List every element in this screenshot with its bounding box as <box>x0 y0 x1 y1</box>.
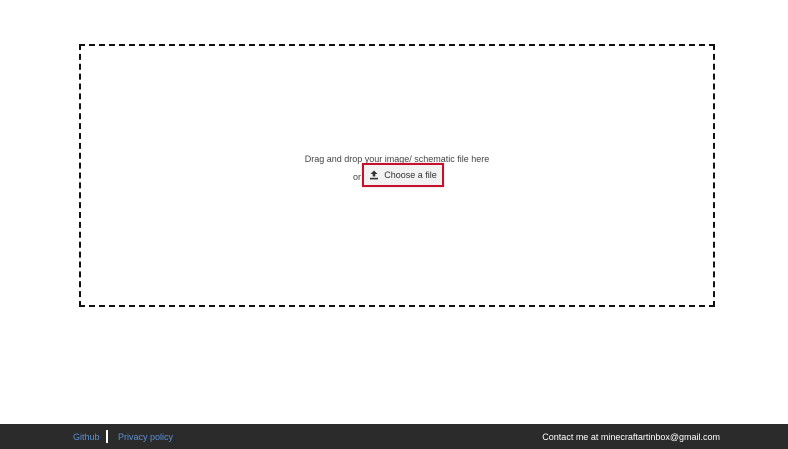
github-link[interactable]: Github <box>73 432 100 442</box>
choose-file-label: Choose a file <box>384 170 437 180</box>
or-label: or <box>353 172 362 182</box>
privacy-policy-link[interactable]: Privacy policy <box>118 432 173 442</box>
contact-text: Contact me at minecraftartinbox@gmail.co… <box>542 432 720 442</box>
footer-divider <box>106 430 108 443</box>
footer: Github Privacy policy Contact me at mine… <box>0 424 788 449</box>
upload-icon <box>369 170 379 180</box>
choose-file-button[interactable]: Choose a file <box>362 163 444 187</box>
file-dropzone[interactable]: Drag and drop your image/ schematic file… <box>79 44 715 307</box>
